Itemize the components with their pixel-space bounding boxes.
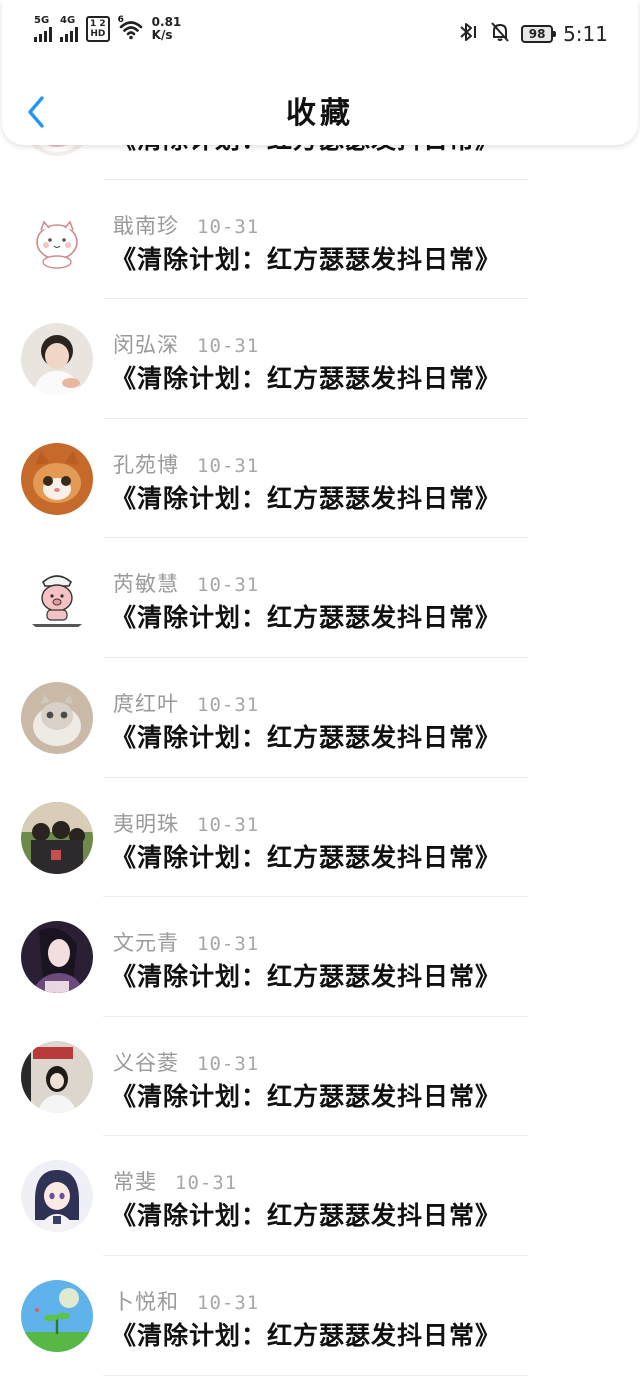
- divider: [103, 1374, 528, 1376]
- status-right: 98 5:11: [455, 20, 608, 48]
- post-date: 10-31: [197, 693, 260, 716]
- hd-badge-top: 1 2: [90, 19, 106, 29]
- status-time: 5:11: [563, 22, 608, 46]
- post-date: 10-31: [197, 335, 260, 358]
- user-name: 戢南珍: [113, 213, 179, 238]
- user-name: 义谷菱: [113, 1050, 179, 1075]
- post-title: 《清除计划：红方瑟瑟发抖日常》: [111, 722, 502, 752]
- user-name: 闵弘深: [113, 333, 179, 358]
- user-name: 庹红叶: [113, 691, 179, 716]
- user-name: 夷明珠: [113, 811, 179, 836]
- post-title: 《清除计划：红方瑟瑟发抖日常》: [111, 962, 502, 992]
- post-date: 10-31: [175, 1172, 238, 1195]
- list-item[interactable]: 戢南珍 10-31 《清除计划：红方瑟瑟发抖日常》: [0, 180, 640, 300]
- favorites-list: 《清除计划：红方瑟瑟发抖日常》 戢南珍 10-31 《清除计划：红方瑟瑟发抖日常…: [0, 60, 640, 1376]
- list-item[interactable]: 庹红叶 10-31 《清除计划：红方瑟瑟发抖日常》: [0, 658, 640, 778]
- avatar: [21, 801, 93, 874]
- user-name: 芮敏慧: [113, 572, 179, 597]
- post-date: 10-31: [197, 1291, 260, 1314]
- avatar: [21, 1279, 93, 1352]
- post-title: 《清除计划：红方瑟瑟发抖日常》: [111, 1320, 502, 1350]
- list-item[interactable]: 文元青 10-31 《清除计划：红方瑟瑟发抖日常》: [0, 897, 640, 1017]
- avatar: [21, 1040, 93, 1113]
- network-speed-unit: K/s: [151, 28, 173, 42]
- signal-bars-icon: [34, 26, 52, 42]
- hd-badge-bottom: HD: [90, 29, 106, 39]
- wifi-6-label: 6: [117, 15, 124, 25]
- list-item[interactable]: 芮敏慧 10-31 《清除计划：红方瑟瑟发抖日常》: [0, 538, 640, 658]
- post-title: 《清除计划：红方瑟瑟发抖日常》: [111, 1201, 502, 1231]
- post-date: 10-31: [197, 574, 260, 597]
- user-name: 常斐: [113, 1170, 157, 1195]
- post-title: 《清除计划：红方瑟瑟发抖日常》: [111, 603, 502, 633]
- avatar: [21, 323, 93, 396]
- list-item[interactable]: 闵弘深 10-31 《清除计划：红方瑟瑟发抖日常》: [0, 299, 640, 419]
- battery-level: 98: [528, 27, 546, 41]
- avatar: [21, 1160, 93, 1233]
- user-name: 卜悦和: [113, 1289, 179, 1314]
- user-name: 孔苑博: [113, 452, 179, 477]
- avatar: [21, 562, 93, 635]
- list-item[interactable]: 夷明珠 10-31 《清除计划：红方瑟瑟发抖日常》: [0, 778, 640, 898]
- post-date: 10-31: [197, 454, 260, 477]
- post-date: 10-31: [197, 215, 260, 238]
- avatar: [21, 442, 93, 515]
- list-item[interactable]: 孔苑博 10-31 《清除计划：红方瑟瑟发抖日常》: [0, 419, 640, 539]
- avatar: [21, 681, 93, 754]
- cellular-signal-4g: 4G: [60, 16, 78, 42]
- post-date: 10-31: [197, 813, 260, 836]
- post-date: 10-31: [197, 933, 260, 956]
- status-bar: 5G 4G 1 2 HD 6 0.81 K/s 98 5:11: [0, 0, 640, 64]
- avatar: [21, 203, 93, 276]
- hd-voice-icon: 1 2 HD: [86, 16, 110, 42]
- user-name: 文元青: [113, 931, 179, 956]
- post-title: 《清除计划：红方瑟瑟发抖日常》: [111, 842, 502, 872]
- battery-indicator: 98: [521, 25, 557, 43]
- post-date: 10-31: [197, 1052, 260, 1075]
- cellular-signal-5g: 5G: [34, 16, 52, 42]
- post-title: 《清除计划：红方瑟瑟发抖日常》: [111, 364, 502, 394]
- list-item[interactable]: 义谷菱 10-31 《清除计划：红方瑟瑟发抖日常》: [0, 1017, 640, 1137]
- bell-off-icon: [489, 21, 511, 47]
- post-title: 《清除计划：红方瑟瑟发抖日常》: [111, 1081, 502, 1111]
- bluetooth-icon: [455, 20, 479, 48]
- network-type-label: 5G: [34, 15, 50, 26]
- wifi-icon: 6: [117, 15, 144, 40]
- network-type-label: 4G: [60, 15, 76, 26]
- post-title: 《清除计划：红方瑟瑟发抖日常》: [111, 244, 502, 274]
- post-title: 《清除计划：红方瑟瑟发抖日常》: [111, 483, 502, 513]
- status-left: 5G 4G 1 2 HD 6 0.81 K/s: [34, 15, 182, 42]
- list-item[interactable]: 卜悦和 10-31 《清除计划：红方瑟瑟发抖日常》: [0, 1256, 640, 1376]
- network-speed: 0.81 K/s: [152, 16, 182, 42]
- list-item[interactable]: 常斐 10-31 《清除计划：红方瑟瑟发抖日常》: [0, 1136, 640, 1256]
- avatar: [21, 921, 93, 994]
- page-title: 收藏: [286, 96, 354, 131]
- signal-bars-icon: [60, 26, 78, 42]
